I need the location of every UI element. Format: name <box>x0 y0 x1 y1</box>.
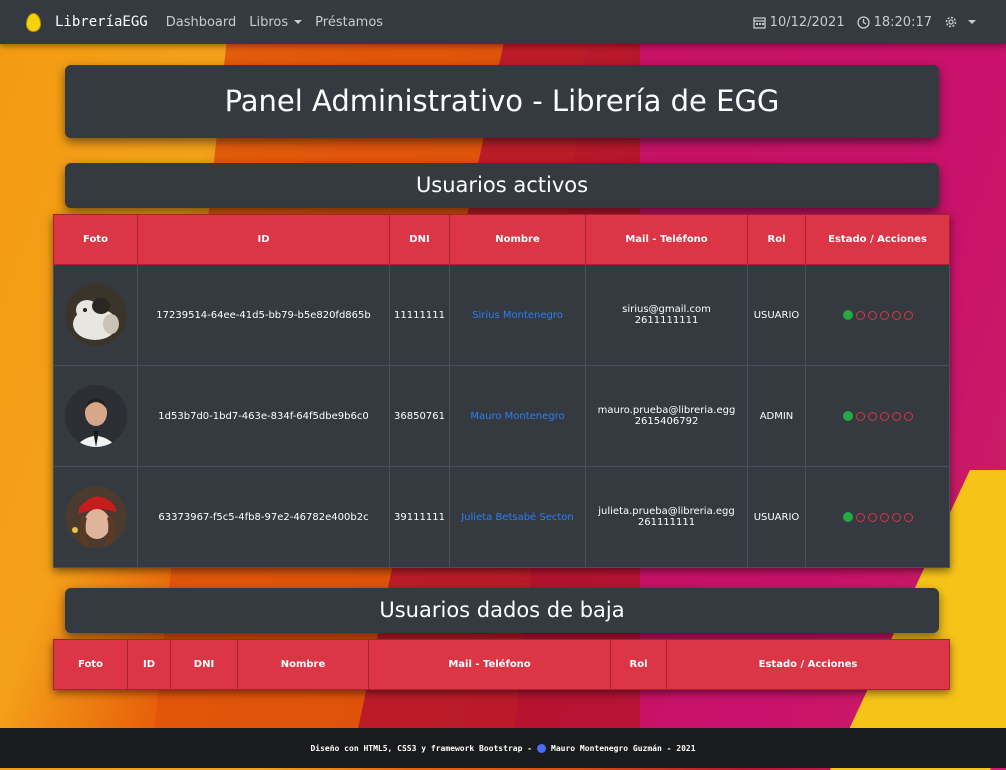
date-text: 10/12/2021 <box>769 14 845 30</box>
column-header-estado: Estado / Acciones <box>805 214 950 265</box>
dni-cell: 11111111 <box>389 264 450 366</box>
avatar-cat <box>64 284 127 346</box>
download-icon[interactable] <box>855 310 865 320</box>
id-cell: 17239514-64ee-41d5-bb79-b5e820fd865b <box>137 264 390 366</box>
column-header-rol: Rol <box>610 639 667 690</box>
mail-text: julieta.prueba@libreria.egg <box>598 506 735 517</box>
delete-icon[interactable] <box>903 310 913 320</box>
calendar-icon <box>753 16 766 29</box>
caret-down-icon <box>294 20 303 24</box>
nav-dropdown-libros[interactable]: Libros <box>249 14 303 30</box>
table-header-row: Foto ID DNI Nombre Mail - Teléfono Rol E… <box>53 214 950 265</box>
user-name-link[interactable]: Julieta Betsabé Secton <box>461 512 574 523</box>
upload-icon[interactable] <box>867 411 877 421</box>
phone-text: 261111111 <box>637 517 696 528</box>
navbar: LibreríaEGG Dashboard Libros Préstamos 1… <box>0 0 1006 44</box>
github-icon[interactable] <box>537 743 547 753</box>
nav-right: 10/12/2021 18:20:17 <box>741 15 976 30</box>
page-title: Panel Administrativo - Librería de EGG <box>65 65 939 138</box>
nav-link-prestamos[interactable]: Préstamos <box>315 15 383 30</box>
nav-links: Dashboard Libros Préstamos <box>166 15 396 30</box>
column-header-nombre: Nombre <box>237 639 369 690</box>
role-cell: USUARIO <box>747 264 806 366</box>
dni-cell: 36850761 <box>389 365 450 467</box>
column-header-id: ID <box>137 214 390 265</box>
upload-icon[interactable] <box>867 512 877 522</box>
mail-text: sirius@gmail.com <box>622 304 711 315</box>
column-header-foto: Foto <box>53 214 138 265</box>
footer-credit: Diseño con HTML5, CSS3 y framework Boots… <box>310 743 533 753</box>
inactive-users-table: Foto ID DNI Nombre Mail - Teléfono Rol E… <box>53 639 950 690</box>
user-role-icon[interactable] <box>891 310 901 320</box>
name-cell: Mauro Montenegro <box>449 365 586 467</box>
column-header-dni: DNI <box>170 639 238 690</box>
gear-icon <box>945 16 957 28</box>
photo-cell <box>53 365 138 467</box>
egg-logo-icon <box>26 12 41 32</box>
brand-text: LibreríaEGG <box>55 14 148 30</box>
mail-text: mauro.prueba@libreria.egg <box>597 405 736 416</box>
download-icon[interactable] <box>855 512 865 522</box>
delete-icon[interactable] <box>903 411 913 421</box>
column-header-estado: Estado / Acciones <box>666 639 950 690</box>
contact-cell: julieta.prueba@libreria.egg 261111111 <box>585 466 748 568</box>
user-role-icon[interactable] <box>891 512 901 522</box>
date-display: 10/12/2021 <box>753 15 845 30</box>
active-users-table: Foto ID DNI Nombre Mail - Teléfono Rol E… <box>53 214 950 568</box>
nav-link-libros-label: Libros <box>249 14 289 30</box>
actions-cell <box>805 466 950 568</box>
id-cell: 1d53b7d0-1bd7-463e-834f-64f5dbe9b6c0 <box>137 365 390 467</box>
id-cell: 63373967-f5c5-4fb8-97e2-46782e400b2c <box>137 466 390 568</box>
contact-cell: sirius@gmail.com 2611111111 <box>585 264 748 366</box>
time-text: 18:20:17 <box>873 14 932 30</box>
column-header-mail: Mail - Teléfono <box>368 639 611 690</box>
actions-cell <box>805 365 950 467</box>
brand-link[interactable]: LibreríaEGG <box>26 12 148 32</box>
contact-cell: mauro.prueba@libreria.egg 2615406792 <box>585 365 748 467</box>
active-users-heading: Usuarios activos <box>65 163 939 208</box>
view-icon[interactable] <box>879 512 889 522</box>
avatar-man <box>64 385 127 447</box>
footer: Diseño con HTML5, CSS3 y framework Boots… <box>0 728 1006 768</box>
clock-icon <box>856 15 870 29</box>
phone-text: 2615406792 <box>634 416 699 427</box>
table-row: 1d53b7d0-1bd7-463e-834f-64f5dbe9b6c0 368… <box>53 365 950 467</box>
column-header-nombre: Nombre <box>449 214 586 265</box>
upload-icon[interactable] <box>867 310 877 320</box>
column-header-mail: Mail - Teléfono <box>585 214 748 265</box>
column-header-id: ID <box>127 639 171 690</box>
delete-icon[interactable] <box>903 512 913 522</box>
actions-cell <box>805 264 950 366</box>
role-cell: USUARIO <box>747 466 806 568</box>
status-active-icon <box>842 411 853 421</box>
table-row: 17239514-64ee-41d5-bb79-b5e820fd865b 111… <box>53 264 950 366</box>
table-header-row: Foto ID DNI Nombre Mail - Teléfono Rol E… <box>53 639 950 690</box>
photo-cell <box>53 264 138 366</box>
column-header-foto: Foto <box>53 639 128 690</box>
nav-link-dashboard[interactable]: Dashboard <box>166 15 237 30</box>
time-display: 18:20:17 <box>856 14 932 30</box>
user-role-icon[interactable] <box>891 411 901 421</box>
column-header-dni: DNI <box>389 214 450 265</box>
status-active-icon <box>842 310 853 320</box>
status-active-icon <box>842 512 853 522</box>
avatar-woman <box>64 486 127 548</box>
phone-text: 2611111111 <box>634 315 699 326</box>
role-cell: ADMIN <box>747 365 806 467</box>
user-name-link[interactable]: Mauro Montenegro <box>470 411 564 422</box>
dni-cell: 39111111 <box>389 466 450 568</box>
view-icon[interactable] <box>879 310 889 320</box>
footer-author: Mauro Montenegro Guzmán - 2021 <box>551 743 696 753</box>
settings-dropdown[interactable] <box>944 15 976 29</box>
table-row: 63373967-f5c5-4fb8-97e2-46782e400b2c 391… <box>53 466 950 568</box>
name-cell: Sirius Montenegro <box>449 264 586 366</box>
caret-down-icon <box>968 20 976 24</box>
name-cell: Julieta Betsabé Secton <box>449 466 586 568</box>
inactive-users-heading: Usuarios dados de baja <box>65 588 939 633</box>
photo-cell <box>53 466 138 568</box>
user-name-link[interactable]: Sirius Montenegro <box>472 310 563 321</box>
view-icon[interactable] <box>879 411 889 421</box>
column-header-rol: Rol <box>747 214 806 265</box>
download-icon[interactable] <box>855 411 865 421</box>
